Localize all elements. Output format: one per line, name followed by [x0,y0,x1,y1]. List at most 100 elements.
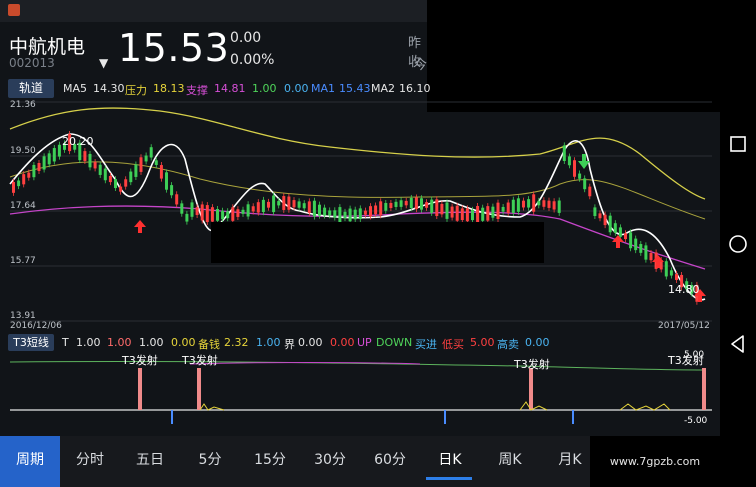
candle-body [486,206,490,221]
candle-body [88,153,92,168]
back-icon[interactable] [728,334,748,354]
indicator-tag-button[interactable]: 轨道 [8,79,54,98]
candle-body [639,244,643,253]
candle-body [496,202,500,219]
candle-body [216,209,219,221]
tab-15min[interactable]: 15分 [240,436,300,487]
candle-body [312,200,316,217]
candle-body [57,144,61,157]
candle-body [552,201,556,210]
ma5-value: 14.30 [93,82,125,95]
candle-body [471,209,474,221]
y-tick-label: 17.64 [10,201,36,211]
high-sell-value: 0.00 [525,336,550,349]
t3-indicator-chart[interactable]: T3发射 T3发射 T3发射 T3发射 5.00 -5.00 [0,350,720,430]
candle-body [221,210,225,220]
candle-body [154,160,158,165]
candle-body [251,206,255,212]
candle-body [226,211,230,219]
candle-body [37,163,41,171]
candle-body [629,232,633,249]
candle-body [42,156,46,170]
candle-body [578,173,582,179]
candle-body [363,210,367,215]
candle-body [537,200,541,206]
candle-body [261,199,265,213]
candle-body [414,197,418,210]
price-change-pct: 0.00% [230,52,275,68]
candle-body [195,207,199,215]
sub-top-value: 5.00 [684,350,705,360]
candle-body [83,151,87,161]
stock-name: 中航机电 [9,36,86,58]
candle-body [22,174,26,185]
period-tabbar: 周期 分时 五日 5分 15分 30分 60分 日K 周K 月K [0,436,590,487]
quote-header: 中航机电 002013 ▼ 15.53 0.00 0.00% 昨收 今 [0,22,427,76]
buy-label: 买进 [415,338,437,351]
cross-marker [444,410,446,424]
candle-body [124,179,128,187]
reserve-value: 2.32 [224,336,249,349]
t3-indicator-tag-button[interactable]: T3短线 [8,334,54,351]
tab-five-day[interactable]: 五日 [120,436,180,487]
tab-period[interactable]: 周期 [0,436,60,487]
candle-body [420,198,423,210]
candle-body [664,261,668,277]
candle-body [583,178,587,190]
indicator-value-green: 1.00 [252,82,277,95]
candle-body [318,204,321,216]
last-price: 15.53 [118,26,230,70]
tab-30min[interactable]: 30分 [300,436,360,487]
t3-signal-bar [197,368,201,410]
t3-signal-label: T3发射 [182,354,218,367]
candle-body [52,148,56,162]
candle-body [460,208,464,221]
trend-down-icon: ▼ [99,56,109,70]
resistance-value: 18.13 [153,82,185,95]
tab-5min[interactable]: 5分 [180,436,240,487]
tab-intraday[interactable]: 分时 [60,436,120,487]
candle-body [139,157,143,172]
candle-body [358,208,362,220]
indicator-value-cyan: 0.00 [284,82,309,95]
candle-body [649,252,653,261]
t3-svg [9,360,712,424]
candle-body [277,201,281,206]
candle-body [608,215,612,233]
candle-body [98,164,102,175]
boundary-label: 界 [284,338,295,351]
t-value: 1.00 [76,336,101,349]
kline-chart[interactable]: 21.36 19.50 17.64 15.77 13.91 2016/12/06… [0,99,720,332]
support-label: 支撑 [186,84,208,97]
candle-body [108,175,112,183]
tab-60min[interactable]: 60分 [360,436,420,487]
candle-body [593,207,597,217]
candle-body [669,270,673,276]
candle-body [603,214,607,226]
candle-body [501,206,505,212]
candle-body [114,179,117,189]
candle-body [409,197,413,209]
candle-body [200,204,204,221]
resistance-label: 压力 [125,84,147,97]
candle-body [267,201,270,208]
candle-body [384,202,388,211]
home-icon[interactable] [728,234,748,254]
candle-body [333,210,337,218]
tab-weekly-k[interactable]: 周K [480,436,540,487]
candle-body [562,145,566,162]
candle-body [129,171,133,183]
candle-body [241,209,245,214]
candle-body [292,200,296,208]
recent-apps-icon[interactable] [728,134,748,154]
candle-body [159,165,163,179]
end-date-label: 2017/05/12 [658,321,710,331]
candle-body [511,199,515,213]
indicator-value: 1.00 [107,336,132,349]
candle-body [165,172,168,190]
candle-body [613,223,617,233]
candle-body [618,227,622,237]
candle-body [567,156,571,166]
candle-body [445,202,449,219]
indicator-value: 0.00 [171,336,196,349]
